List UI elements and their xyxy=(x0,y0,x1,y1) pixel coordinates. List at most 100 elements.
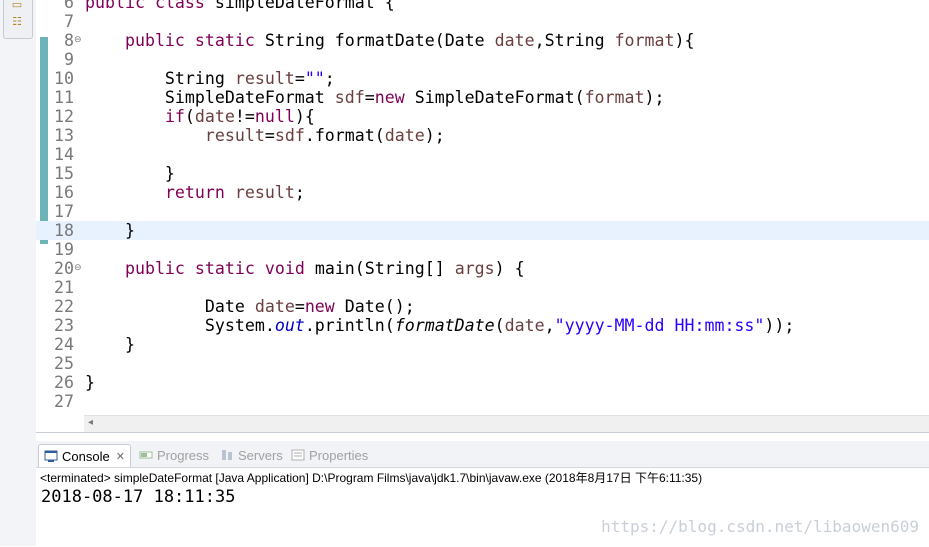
line-number: 13 xyxy=(54,126,74,145)
code-line[interactable]: 23 System.out.println(formatDate(date,"y… xyxy=(36,316,929,335)
code-line[interactable]: 11 SimpleDateFormat sdf=new SimpleDateFo… xyxy=(36,88,929,107)
code-token: ; xyxy=(294,183,305,202)
scroll-left-icon[interactable]: ◂ xyxy=(88,417,93,428)
progress-icon xyxy=(139,451,153,459)
line-number: 9 xyxy=(64,50,74,69)
code-text: if(date!=null){ xyxy=(85,107,315,126)
left-trim-bar: ▭ ☷ xyxy=(0,0,37,546)
code-token: ){ xyxy=(674,31,695,50)
code-line[interactable]: 13 result=sdf.format(date); xyxy=(36,126,929,145)
code-token: = xyxy=(364,88,375,107)
code-token: String xyxy=(85,69,235,88)
code-token: = xyxy=(294,69,305,88)
code-token: } xyxy=(85,221,135,240)
code-text: System.out.println(formatDate(date,"yyyy… xyxy=(85,316,795,335)
code-token: new xyxy=(374,88,405,107)
code-token: ( xyxy=(494,316,505,335)
code-token: ){ xyxy=(294,107,315,126)
code-token: format xyxy=(584,88,645,107)
code-line[interactable]: 21 xyxy=(36,278,929,297)
code-token: .println( xyxy=(304,316,395,335)
code-text: } xyxy=(85,164,175,183)
code-text: result=sdf.format(date); xyxy=(85,126,445,145)
code-line[interactable]: 24 } xyxy=(36,335,929,354)
code-line[interactable]: 26} xyxy=(36,373,929,392)
code-token: = xyxy=(264,126,275,145)
code-line[interactable]: 10 String result=""; xyxy=(36,69,929,88)
line-number: 12 xyxy=(54,107,74,126)
code-token: SimpleDateFormat xyxy=(85,88,335,107)
code-token: != xyxy=(234,107,255,126)
code-line[interactable]: 14 xyxy=(36,145,929,164)
outline-icon[interactable]: ☷ xyxy=(8,13,26,29)
code-token: ); xyxy=(644,88,665,107)
code-token: ,String xyxy=(534,31,615,50)
code-line[interactable]: 27 xyxy=(36,392,929,411)
code-token: simpleDateFormat { xyxy=(204,0,395,12)
code-line[interactable]: 19 xyxy=(36,240,929,259)
line-number: 7 xyxy=(64,12,74,31)
tab-console[interactable]: Console ✕ xyxy=(38,444,131,467)
code-token: void xyxy=(264,259,305,278)
code-token: } xyxy=(85,335,135,354)
code-token: main(String[] xyxy=(304,259,455,278)
line-number: 26 xyxy=(54,373,74,392)
code-line[interactable]: 25 xyxy=(36,354,929,373)
code-text: } xyxy=(85,335,135,354)
code-line[interactable]: 12 if(date!=null){ xyxy=(36,107,929,126)
tab-properties[interactable]: Properties xyxy=(291,445,368,465)
code-line[interactable]: 16 return result; xyxy=(36,183,929,202)
line-number: 10 xyxy=(54,69,74,88)
tab-properties-label: Properties xyxy=(309,447,369,463)
code-token: public xyxy=(124,31,185,50)
code-line[interactable]: 18 } xyxy=(36,221,929,240)
code-line[interactable]: 6 public class simpleDateFormat { xyxy=(36,0,929,12)
code-editor[interactable]: 6 public class simpleDateFormat {7 8 ⊖ publ… xyxy=(36,0,929,433)
line-number: 17 xyxy=(54,202,74,221)
code-token: static xyxy=(194,31,255,50)
code-line[interactable]: 8 ⊖ public static String formatDate(Date … xyxy=(36,31,929,50)
code-token: .format( xyxy=(304,126,385,145)
tab-progress[interactable]: Progress xyxy=(139,445,209,465)
code-token: class xyxy=(154,0,205,12)
code-token: result xyxy=(204,126,265,145)
code-token: out xyxy=(274,316,305,335)
servers-icon xyxy=(222,450,232,460)
code-token: ( xyxy=(184,107,195,126)
tab-servers[interactable]: Servers xyxy=(220,445,283,465)
code-line[interactable]: 7 xyxy=(36,12,929,31)
line-number: 23 xyxy=(54,316,74,335)
code-area[interactable]: 6 public class simpleDateFormat {7 8 ⊖ publ… xyxy=(36,0,929,411)
line-number: 19 xyxy=(54,240,74,259)
fold-icon[interactable]: ⊖ xyxy=(74,259,82,278)
watermark: https://blog.csdn.net/libaowen609 xyxy=(601,517,919,536)
code-token: result xyxy=(234,69,295,88)
code-token: "" xyxy=(304,69,325,88)
code-line[interactable]: 15 } xyxy=(36,164,929,183)
code-line[interactable]: 9 xyxy=(36,50,929,69)
code-line[interactable]: 17 xyxy=(36,202,929,221)
code-text: String result=""; xyxy=(85,69,335,88)
console-output[interactable]: 2018-08-17 18:11:35 xyxy=(41,487,235,507)
code-token: result xyxy=(234,183,295,202)
views-tab-bar: Console ✕ Progress Servers Properties xyxy=(36,441,929,468)
code-text: } xyxy=(85,221,135,240)
code-token: "yyyy-MM-dd HH:mm:ss" xyxy=(554,316,765,335)
code-token: static xyxy=(194,259,255,278)
restore-icon[interactable]: ▭ xyxy=(8,0,26,12)
fold-icon[interactable]: ⊖ xyxy=(74,31,82,50)
code-token: formatDate xyxy=(394,316,495,335)
horizontal-scrollbar[interactable]: ◂ xyxy=(84,415,929,433)
code-line[interactable]: 20 ⊖ public static void main(String[] arg… xyxy=(36,259,929,278)
code-line[interactable]: 22 Date date=new Date(); xyxy=(36,297,929,316)
tab-progress-label: Progress xyxy=(157,447,210,463)
code-token: ); xyxy=(424,126,445,145)
close-icon[interactable]: ✕ xyxy=(116,450,125,463)
line-number: 20 xyxy=(54,259,74,278)
